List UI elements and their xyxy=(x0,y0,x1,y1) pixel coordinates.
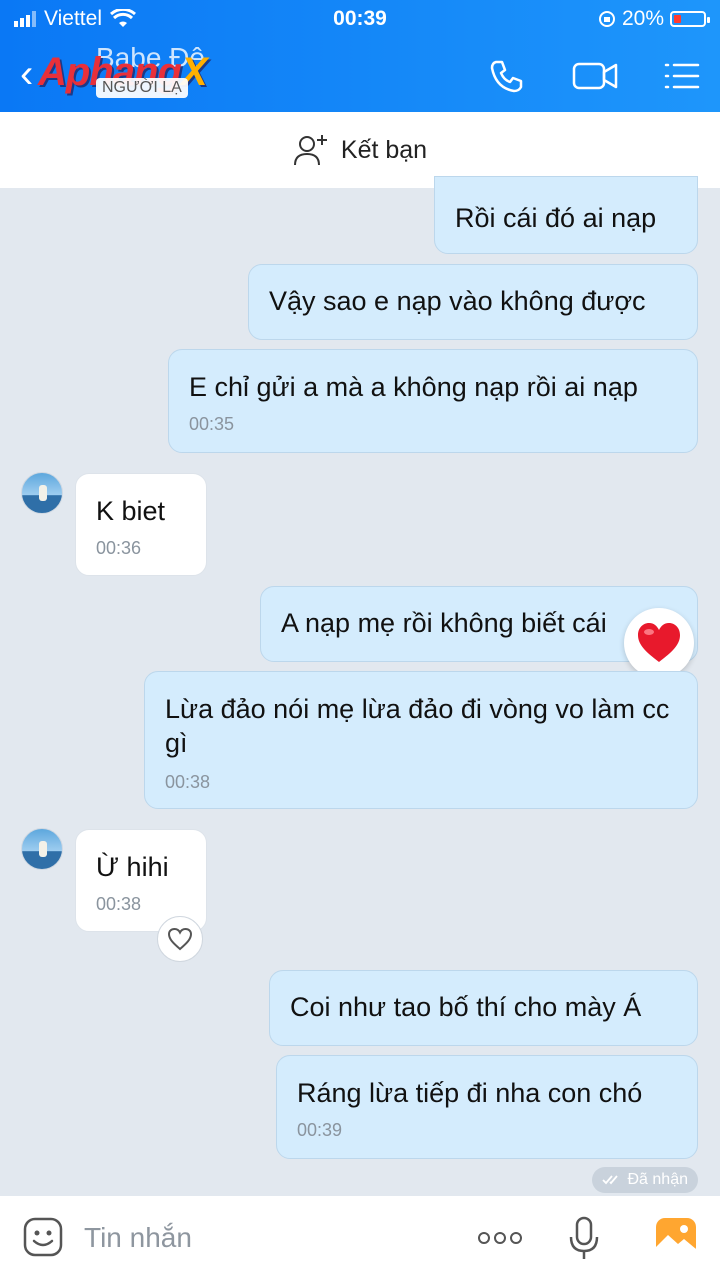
microphone-icon[interactable] xyxy=(566,1216,602,1262)
heart-reaction-icon[interactable] xyxy=(624,608,694,678)
message-composer: Tin nhắn xyxy=(0,1196,720,1280)
like-heart-icon[interactable] xyxy=(157,916,203,962)
message-bubble-outgoing[interactable]: Ráng lừa tiếp đi nha con chó 00:39 xyxy=(276,1055,698,1159)
message-time: 00:39 xyxy=(297,1120,343,1140)
message-bubble-outgoing[interactable]: Lừa đảo nói mẹ lừa đảo đi vòng vo làm cc… xyxy=(144,671,698,809)
message-bubble-outgoing[interactable]: E chỉ gửi a mà a không nạp rồi ai nạp 00… xyxy=(168,349,698,453)
add-friend-label: Kết bạn xyxy=(340,135,428,164)
double-check-icon xyxy=(601,1175,618,1185)
battery-percent: 20% xyxy=(621,7,664,30)
message-bubble-outgoing[interactable]: Vậy sao e nạp vào không được xyxy=(248,264,698,340)
message-time: 00:36 xyxy=(96,538,142,558)
battery-icon xyxy=(670,11,710,27)
message-input[interactable]: Tin nhắn xyxy=(84,1222,192,1254)
message-bubble-incoming[interactable]: K biet 00:36 xyxy=(75,473,207,576)
contact-avatar[interactable] xyxy=(21,828,63,870)
contact-avatar[interactable] xyxy=(21,472,63,514)
message-bubble-outgoing[interactable]: Rồi cái đó ai nạp xyxy=(434,176,698,254)
message-time: 00:38 xyxy=(96,894,142,914)
emoji-icon[interactable] xyxy=(22,1216,64,1258)
more-icon[interactable] xyxy=(476,1228,524,1248)
message-bubble-outgoing[interactable]: Coi như tao bố thí cho mày Á xyxy=(269,970,698,1046)
phone-icon[interactable] xyxy=(486,56,526,96)
video-call-icon[interactable] xyxy=(572,56,618,96)
add-user-icon xyxy=(293,135,327,166)
back-arrow-icon[interactable]: ‹ xyxy=(20,54,33,94)
message-time: 00:38 xyxy=(165,772,211,792)
nav-row: Babe Đệ ‹ AphangX NGƯỜI LẠ xyxy=(0,38,720,112)
menu-icon[interactable] xyxy=(662,56,702,96)
image-icon[interactable] xyxy=(654,1216,698,1258)
rotation-lock-icon xyxy=(598,11,615,27)
message-time: 00:35 xyxy=(189,414,235,434)
delivery-status: Đã nhận xyxy=(591,1167,698,1193)
chat-header: Viettel 00:39 20% Babe Đệ ‹ AphangX NGƯỜ… xyxy=(0,0,720,112)
stranger-badge: NGƯỜI LẠ xyxy=(96,78,188,98)
status-bar: Viettel 00:39 20% xyxy=(0,0,720,38)
